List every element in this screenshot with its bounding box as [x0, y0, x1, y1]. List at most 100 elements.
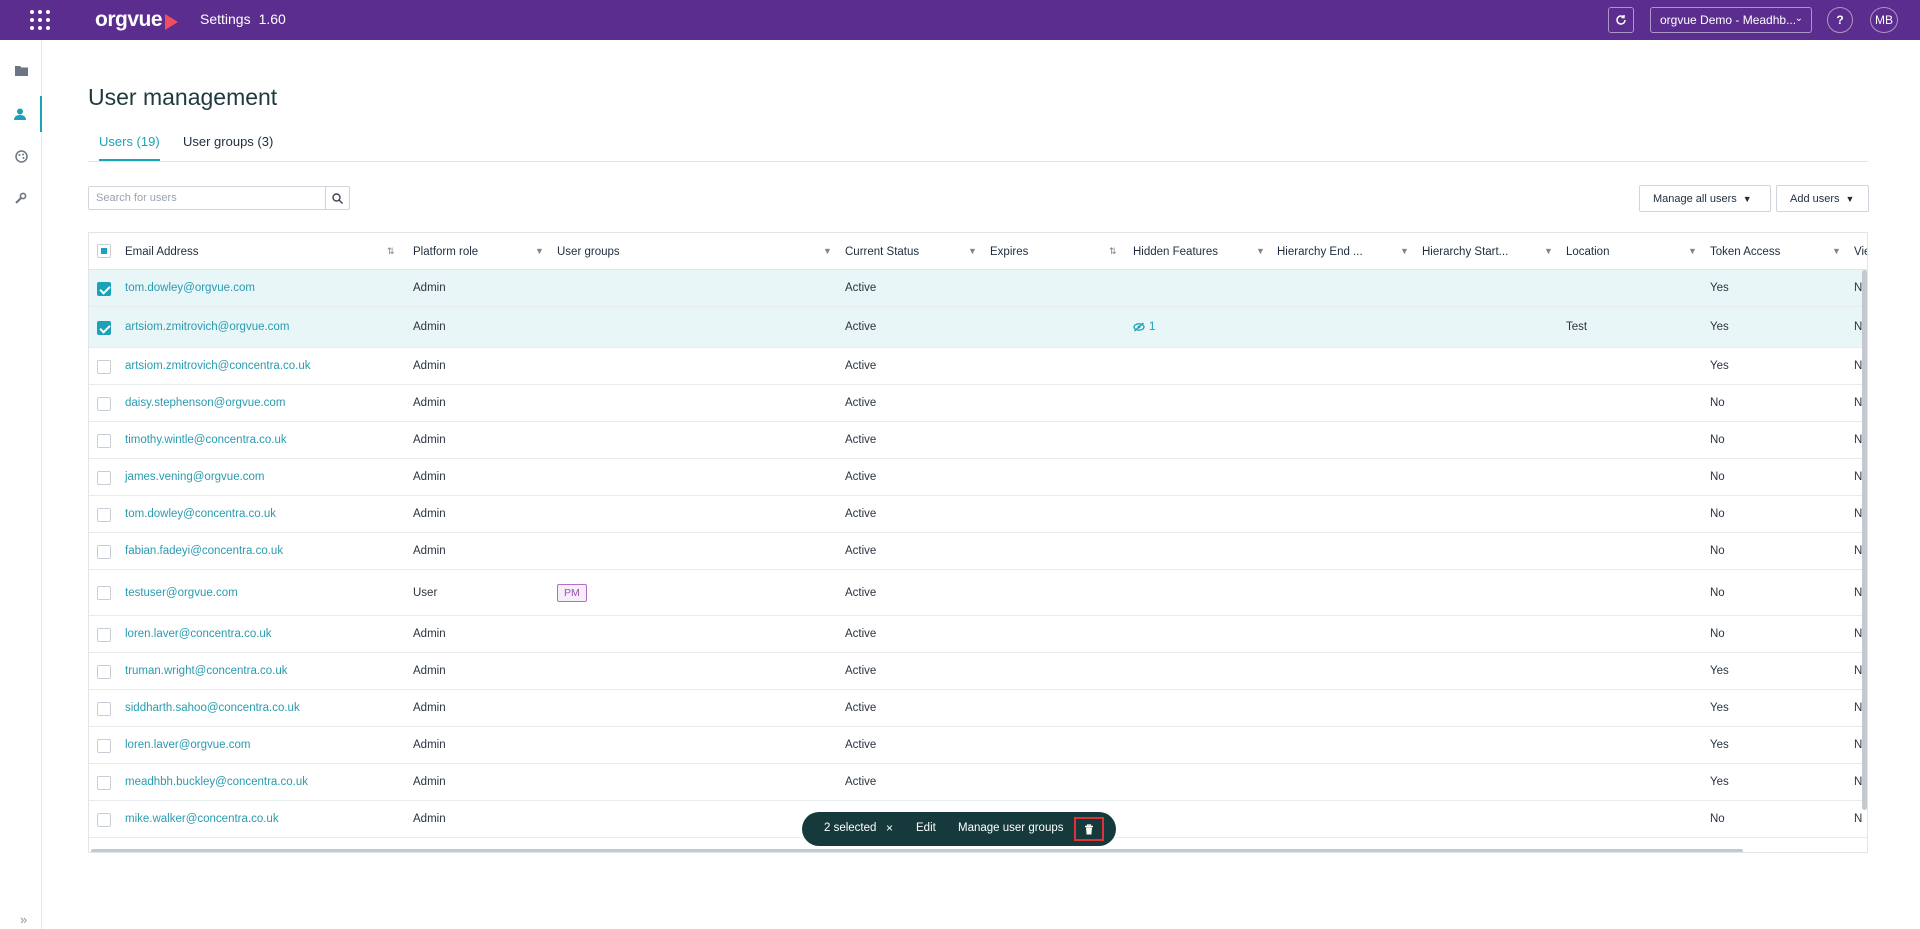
sidebar-item-files[interactable] — [0, 52, 42, 88]
user-email-link[interactable]: mike.walker@concentra.co.uk — [125, 801, 279, 837]
hidden-features-count: 1 — [1149, 321, 1156, 333]
user-email-link[interactable]: timothy.wintle@concentra.co.uk — [125, 422, 287, 458]
user-email-link[interactable]: artsiom.zmitrovich@concentra.co.uk — [125, 348, 311, 384]
row-checkbox[interactable] — [97, 664, 111, 679]
expand-chevron-icon[interactable]: » — [20, 912, 27, 927]
edit-button[interactable]: Edit — [916, 822, 936, 834]
manage-all-users-button[interactable]: Manage all users ▼ — [1639, 185, 1771, 212]
filter-icon[interactable]: ▼ — [1832, 246, 1841, 256]
user-email-link[interactable]: meadhbh.buckley@concentra.co.uk — [125, 764, 308, 800]
vertical-scrollbar[interactable] — [1862, 270, 1867, 810]
column-header-platform-role[interactable]: Platform role — [413, 233, 478, 270]
orgvue-logo[interactable]: orgvue — [95, 8, 179, 32]
row-checkbox[interactable] — [97, 359, 111, 374]
filter-icon[interactable]: ▼ — [535, 246, 544, 256]
platform-role-cell: Admin — [413, 471, 446, 483]
user-email-link[interactable]: artsiom.zmitrovich@orgvue.com — [125, 307, 289, 347]
column-header-user-groups[interactable]: User groups — [557, 233, 620, 270]
column-header-location[interactable]: Location — [1566, 233, 1609, 270]
avatar[interactable]: MB — [1870, 7, 1898, 33]
table-row[interactable]: james.vening@orgvue.com Admin Active No N — [89, 459, 1867, 496]
add-users-button[interactable]: Add users ▼ — [1776, 185, 1869, 212]
filter-icon[interactable]: ▼ — [1688, 246, 1697, 256]
filter-icon[interactable]: ▼ — [823, 246, 832, 256]
status-cell: Active — [845, 434, 877, 446]
column-header-view[interactable]: Vie — [1854, 233, 1867, 270]
org-selector[interactable]: orgvue Demo - Meadhb... ⌄ — [1650, 7, 1812, 33]
clear-selection-button[interactable]: × — [886, 821, 893, 835]
row-checkbox[interactable] — [97, 396, 111, 411]
filter-icon[interactable]: ▼ — [1544, 246, 1553, 256]
row-checkbox[interactable] — [97, 544, 111, 559]
user-email-link[interactable]: truman.wright@concentra.co.uk — [125, 653, 288, 689]
user-email-link[interactable]: fabian.fadeyi@concentra.co.uk — [125, 533, 283, 569]
user-email-link[interactable]: tom.dowley@concentra.co.uk — [125, 496, 276, 532]
column-header-current-status[interactable]: Current Status — [845, 233, 919, 270]
column-header-hidden-features[interactable]: Hidden Features — [1133, 233, 1218, 270]
column-header-expires[interactable]: Expires — [990, 233, 1028, 270]
select-all-checkbox[interactable] — [97, 244, 111, 258]
row-checkbox[interactable] — [97, 470, 111, 485]
table-row[interactable]: daisy.stephenson@orgvue.com Admin Active No… — [89, 385, 1867, 422]
row-checkbox[interactable] — [97, 812, 111, 827]
table-row[interactable]: truman.wright@concentra.co.uk Admin Active… — [89, 653, 1867, 690]
search-input[interactable] — [89, 187, 325, 209]
table-row[interactable]: loren.laver@orgvue.com Admin Active Yes N — [89, 727, 1867, 764]
row-checkbox[interactable] — [97, 281, 111, 296]
tab-user-groups[interactable]: User groups (3) — [183, 134, 273, 159]
table-row[interactable]: fabian.fadeyi@concentra.co.uk Admin Active… — [89, 533, 1867, 570]
row-checkbox[interactable] — [97, 433, 111, 448]
platform-role-cell: Admin — [413, 665, 446, 677]
status-cell: Active — [845, 665, 877, 677]
table-row[interactable]: testuser@orgvue.com User PM Active No N — [89, 570, 1867, 616]
filter-icon[interactable]: ▼ — [1400, 246, 1409, 256]
user-email-link[interactable]: siddharth.sahoo@concentra.co.uk — [125, 690, 300, 726]
row-checkbox[interactable] — [97, 627, 111, 642]
table-row[interactable]: loren.laver@concentra.co.uk Admin Active No… — [89, 616, 1867, 653]
user-email-link[interactable]: loren.laver@concentra.co.uk — [125, 616, 272, 652]
search-button[interactable] — [325, 187, 349, 209]
row-checkbox[interactable] — [97, 320, 111, 335]
filter-icon[interactable]: ▼ — [1256, 246, 1265, 256]
user-email-link[interactable]: tom.dowley@orgvue.com — [125, 270, 255, 306]
table-row[interactable]: artsiom.zmitrovich@orgvue.com Admin Active… — [89, 307, 1867, 348]
platform-role-cell: Admin — [413, 628, 446, 640]
row-checkbox[interactable] — [97, 775, 111, 790]
row-checkbox[interactable] — [97, 701, 111, 716]
delete-button[interactable] — [1074, 817, 1104, 841]
table-row[interactable]: tom.dowley@orgvue.com Admin Active Yes N — [89, 270, 1867, 307]
row-checkbox[interactable] — [97, 507, 111, 522]
column-header-hierarchy-start[interactable]: Hierarchy Start... — [1422, 233, 1508, 270]
table-row[interactable]: meadhbh.buckley@concentra.co.uk Admin Acti… — [89, 764, 1867, 801]
row-checkbox[interactable] — [97, 738, 111, 753]
column-header-email[interactable]: Email Address — [125, 233, 199, 270]
column-header-token-access[interactable]: Token Access — [1710, 233, 1780, 270]
table-row[interactable]: siddharth.sahoo@concentra.co.uk Admin Acti… — [89, 690, 1867, 727]
user-email-link[interactable]: loren.laver@orgvue.com — [125, 727, 250, 763]
status-cell: Active — [845, 628, 877, 640]
user-email-link[interactable]: daisy.stephenson@orgvue.com — [125, 385, 285, 421]
filter-icon[interactable]: ▼ — [968, 246, 977, 256]
user-email-link[interactable]: testuser@orgvue.com — [125, 570, 238, 615]
logo-text: orgvue — [95, 8, 163, 31]
apps-grid-icon[interactable] — [30, 10, 50, 30]
tab-users[interactable]: Users (19) — [99, 134, 160, 161]
table-row[interactable]: tom.dowley@concentra.co.uk Admin Active No N — [89, 496, 1867, 533]
horizontal-scrollbar[interactable] — [91, 849, 1743, 852]
refresh-button[interactable] — [1608, 7, 1634, 33]
column-header-hierarchy-end[interactable]: Hierarchy End ... — [1277, 233, 1363, 270]
user-email-link[interactable]: james.vening@orgvue.com — [125, 459, 265, 495]
sort-icon[interactable]: ⇅ — [387, 246, 395, 257]
row-checkbox[interactable] — [97, 586, 111, 600]
table-row[interactable]: artsiom.zmitrovich@concentra.co.uk Admin A… — [89, 348, 1867, 385]
table-row[interactable]: timothy.wintle@concentra.co.uk Admin Activ… — [89, 422, 1867, 459]
help-button[interactable]: ? — [1827, 7, 1853, 33]
sort-icon[interactable]: ⇅ — [1109, 246, 1117, 257]
manage-user-groups-button[interactable]: Manage user groups — [958, 822, 1063, 834]
sidebar-item-tools[interactable] — [0, 180, 42, 216]
sidebar-item-users[interactable] — [0, 96, 42, 132]
selection-action-bar: 2 selected × Edit Manage user groups — [802, 812, 1116, 846]
hidden-features-cell[interactable]: 1 — [1133, 307, 1155, 347]
sidebar-item-themes[interactable] — [0, 138, 42, 174]
wrench-icon — [15, 192, 27, 204]
